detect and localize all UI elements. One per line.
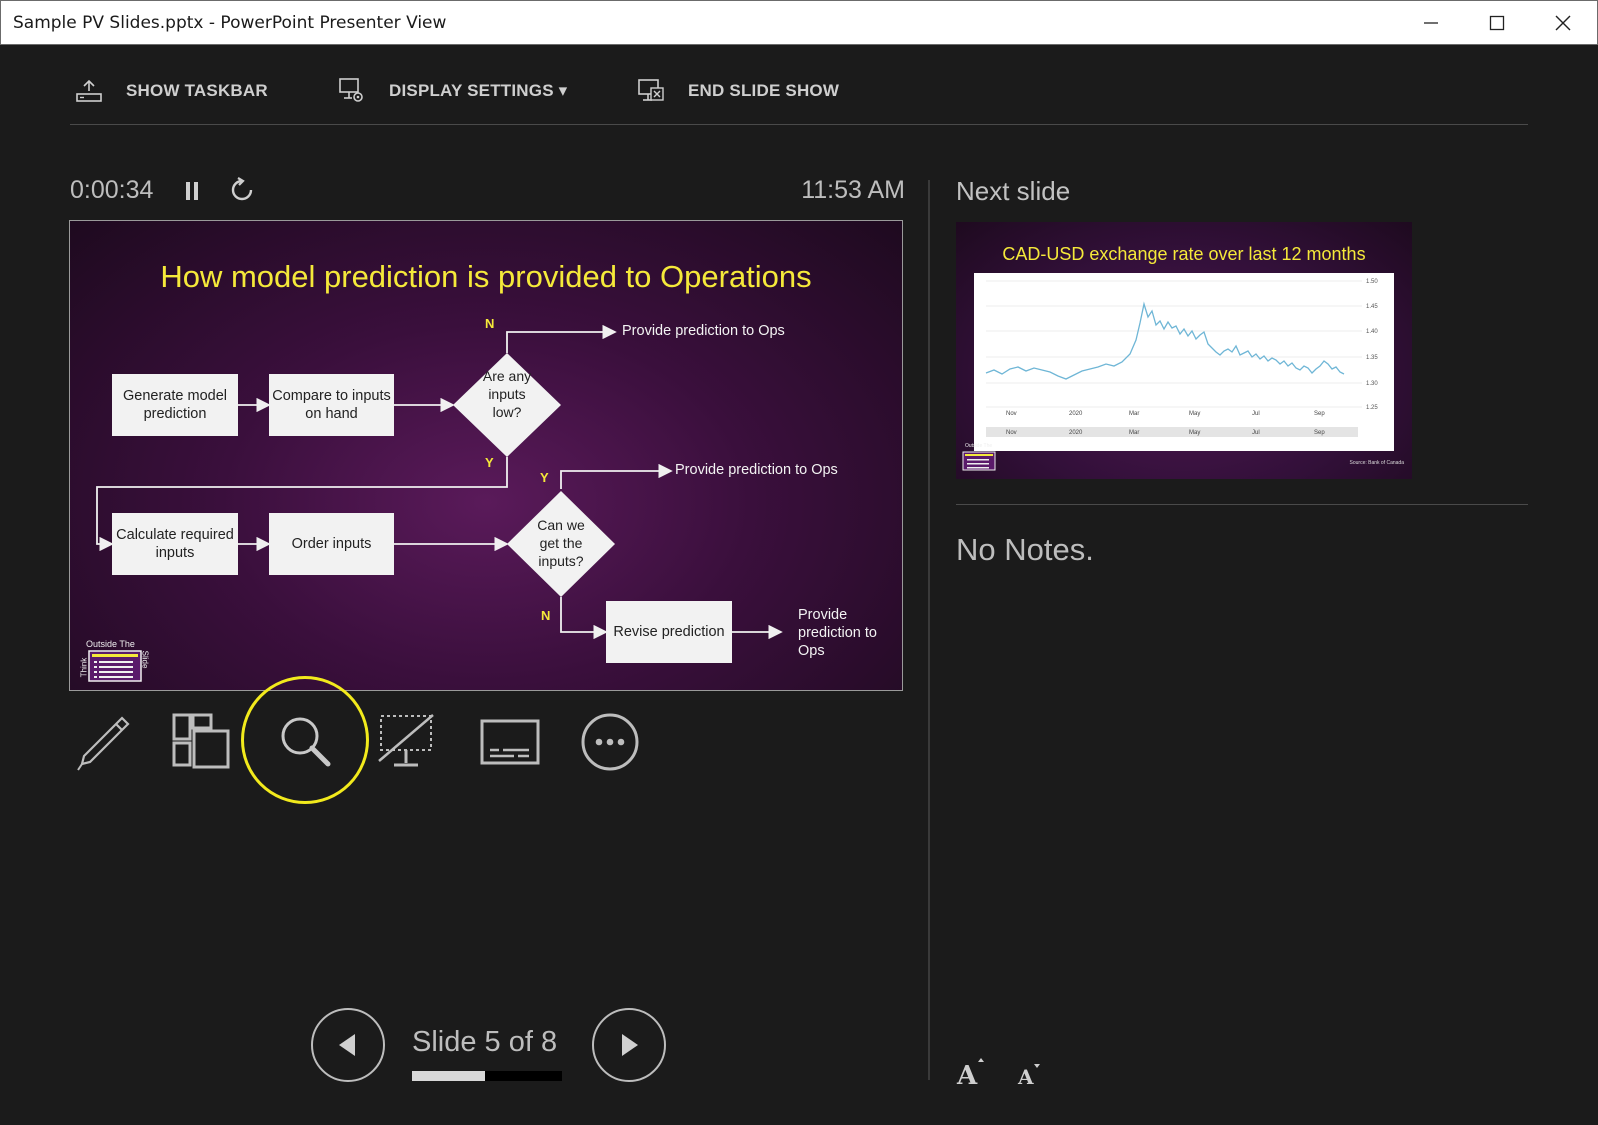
end-slide-show-label: END SLIDE SHOW	[688, 81, 840, 100]
magnifier-icon	[281, 717, 331, 767]
box-calculate-inputs: Calculate required inputs	[112, 513, 238, 575]
grid-slides-icon	[172, 713, 230, 769]
presenter-toolbar: SHOW TASKBAR DISPLAY SETTINGS ▾ END SLID…	[70, 70, 1528, 112]
elapsed-timer: 0:00:34	[70, 176, 154, 204]
chart-x-tick: Mar	[1129, 430, 1139, 436]
box-revise-prediction: Revise prediction	[606, 601, 732, 663]
restart-icon	[231, 177, 253, 201]
chart-x-tick: Sep	[1314, 411, 1325, 417]
chart-y-tick: 1.50	[1366, 279, 1378, 285]
pen-icon	[77, 716, 130, 771]
show-taskbar-button[interactable]: SHOW TASKBAR	[76, 70, 268, 112]
end-show-icon	[638, 79, 664, 101]
zoom-into-slide-button[interactable]	[273, 710, 337, 774]
branch-label-n1: N	[485, 316, 495, 331]
chart-y-tick: 1.45	[1366, 304, 1378, 310]
black-unblack-slide-button[interactable]	[376, 710, 440, 774]
output-provide-ops-1: Provide prediction to Ops	[622, 323, 785, 339]
next-slide-source: Source: Bank of Canada	[1349, 460, 1404, 466]
font-increase-icon: A	[956, 1058, 984, 1088]
chart-x-tick: Jul	[1252, 411, 1260, 417]
next-slide-preview[interactable]: CAD-USD exchange rate over last 12 month…	[956, 222, 1412, 479]
chart-x-tick: Mar	[1129, 411, 1139, 417]
next-slide-chart: 1.50 1.45 1.40 1.35 1.30 1.25 Nov 2020 Mar May Ju…	[974, 273, 1394, 451]
branch-label-n2: N	[541, 608, 551, 623]
title-bar: Sample PV Slides.pptx - PowerPoint Prese…	[0, 0, 1598, 45]
box-order-inputs: Order inputs	[269, 513, 394, 575]
chart-x-tick: May	[1189, 411, 1200, 417]
slide-logo: Outside The Think Slide	[79, 639, 152, 685]
speaker-notes[interactable]: No Notes.	[956, 532, 1094, 568]
previous-slide-button[interactable]	[311, 1008, 385, 1082]
decision-get-inputs-text: Can we get the inputs?	[537, 517, 585, 569]
exchange-rate-line-chart: 1.50 1.45 1.40 1.35 1.30 1.25 Nov 2020 Mar May Ju…	[985, 279, 1378, 437]
box-compare-inputs: Compare to inputs on hand	[269, 374, 394, 436]
chart-x-tick: 2020	[1069, 430, 1083, 436]
chart-x-tick: Nov	[1006, 430, 1017, 436]
box-generate-prediction: Generate model prediction	[112, 374, 238, 436]
window-title: Sample PV Slides.pptx - PowerPoint Prese…	[13, 13, 447, 33]
chart-x-tick: Sep	[1314, 430, 1325, 436]
chart-y-tick: 1.30	[1366, 381, 1378, 387]
more-options-icon	[581, 713, 639, 771]
chart-x-tick: Jul	[1252, 430, 1260, 436]
svg-text:A: A	[1017, 1065, 1034, 1088]
next-logo-graphic	[962, 451, 996, 471]
triangle-right-icon	[622, 1034, 638, 1056]
pause-timer-button[interactable]	[181, 178, 205, 204]
close-icon	[1555, 15, 1571, 31]
more-options-button[interactable]	[578, 710, 642, 774]
svg-text:A: A	[956, 1061, 978, 1088]
chart-x-tick: Nov	[1006, 411, 1017, 417]
next-slide-logo: Outside The	[962, 443, 998, 472]
maximize-button[interactable]	[1465, 1, 1529, 45]
decision-inputs-low-text: Are any inputs low?	[482, 368, 532, 420]
chart-y-tick: 1.40	[1366, 329, 1378, 335]
output-provide-ops-3: Provide prediction to Ops	[798, 607, 877, 659]
chart-x-tick: 2020	[1069, 411, 1083, 417]
subtitles-icon	[480, 719, 540, 765]
branch-label-y2: Y	[540, 470, 549, 485]
pause-icon	[186, 182, 198, 200]
next-logo-text: Outside The	[965, 443, 993, 449]
next-slide-button[interactable]	[592, 1008, 666, 1082]
taskbar-icon	[76, 79, 102, 102]
show-taskbar-label: SHOW TASKBAR	[126, 81, 268, 100]
triangle-left-icon	[339, 1034, 355, 1056]
display-settings-button[interactable]: DISPLAY SETTINGS ▾	[339, 70, 567, 112]
minimize-button[interactable]	[1399, 1, 1463, 45]
logo-text-left: Think	[79, 657, 89, 678]
display-settings-icon	[339, 78, 363, 102]
branch-label-y1: Y	[485, 455, 494, 470]
chart-y-tick: 1.35	[1366, 355, 1378, 361]
end-slide-show-button[interactable]: END SLIDE SHOW	[638, 70, 839, 112]
slide-progress-fill	[412, 1071, 486, 1081]
toggle-subtitles-button[interactable]	[478, 710, 542, 774]
logo-graphic	[88, 650, 142, 682]
minimize-icon	[1424, 22, 1438, 24]
chart-y-tick: 1.25	[1366, 405, 1378, 411]
decrease-font-button[interactable]: A	[1016, 1056, 1046, 1090]
slide-progress-bar	[412, 1071, 562, 1081]
pen-tool-button[interactable]	[70, 710, 134, 774]
next-slide-title: CAD-USD exchange rate over last 12 month…	[1002, 244, 1366, 264]
restart-timer-button[interactable]	[228, 176, 256, 204]
slide-counter[interactable]: Slide 5 of 8	[412, 1026, 592, 1059]
font-decrease-icon: A	[1017, 1064, 1040, 1088]
blackout-screen-icon	[378, 714, 434, 767]
logo-text-top: Outside The	[86, 639, 135, 649]
see-all-slides-button[interactable]	[169, 710, 233, 774]
close-button[interactable]	[1531, 1, 1595, 45]
output-provide-ops-2: Provide prediction to Ops	[675, 462, 838, 478]
increase-font-button[interactable]: A	[956, 1056, 988, 1090]
toolbar-divider	[70, 124, 1528, 125]
chart-x-tick: May	[1189, 430, 1200, 436]
display-settings-label: DISPLAY SETTINGS ▾	[389, 81, 568, 100]
maximize-icon	[1489, 15, 1505, 31]
panel-divider	[928, 180, 930, 1080]
notes-divider	[956, 504, 1528, 505]
clock: 11:53 AM	[801, 176, 905, 204]
next-slide-heading: Next slide	[956, 176, 1071, 206]
current-slide[interactable]: How model prediction is provided to Oper…	[69, 220, 903, 691]
